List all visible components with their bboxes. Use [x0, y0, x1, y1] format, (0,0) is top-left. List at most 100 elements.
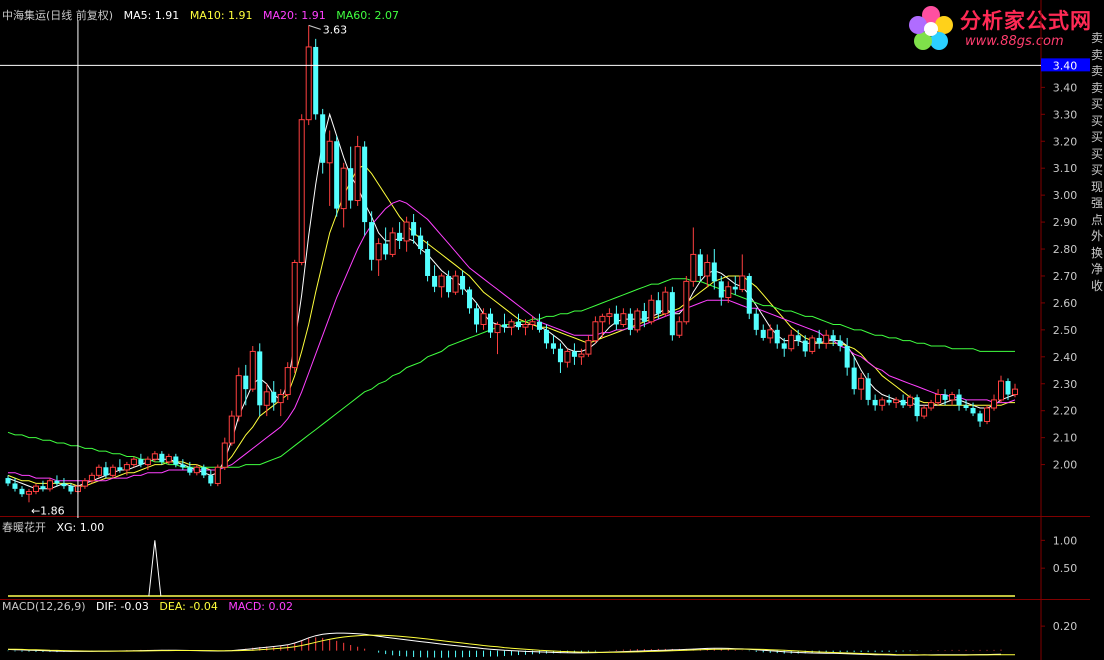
candle: [767, 324, 774, 344]
candle-body: [5, 478, 11, 484]
candle: [662, 286, 669, 317]
candle: [432, 265, 438, 293]
candle: [851, 356, 857, 395]
candle-body: [425, 249, 431, 276]
candle: [809, 335, 816, 355]
candle: [676, 316, 683, 338]
candle-body: [494, 323, 501, 334]
candle-body: [760, 329, 766, 338]
candle: [501, 313, 508, 333]
candle: [627, 308, 633, 336]
candle-body: [201, 467, 207, 476]
candle-body: [144, 458, 151, 466]
price-tick-label: 2.30: [1053, 378, 1078, 391]
candle-body: [907, 396, 914, 406]
candle-body: [249, 350, 256, 390]
candle-body: [81, 480, 88, 487]
vertical-label-char: 买: [1091, 146, 1104, 161]
candle-body: [879, 399, 886, 406]
candle-body: [193, 466, 200, 474]
macd-chart: 0.20: [7, 600, 1077, 660]
vertical-label-char: 强: [1091, 196, 1104, 210]
candle: [249, 346, 256, 392]
candle-body: [718, 281, 724, 298]
candle: [550, 335, 556, 355]
candle: [397, 222, 403, 250]
candle-body: [564, 350, 571, 363]
candle-body: [467, 289, 473, 309]
candle: [488, 308, 494, 338]
candle-body: [298, 119, 305, 263]
candle-body: [739, 275, 746, 290]
candle-body: [438, 275, 445, 288]
candle-body: [522, 323, 529, 328]
candle: [326, 130, 333, 206]
candle-body: [872, 399, 878, 406]
price-tick-label: 3.10: [1053, 162, 1078, 175]
candle-body: [103, 467, 109, 476]
candle-body: [781, 343, 787, 349]
candle-body: [508, 321, 515, 328]
candle-body: [620, 313, 627, 325]
candle: [837, 335, 843, 352]
candle-body: [970, 408, 976, 414]
candle-body: [32, 485, 39, 493]
candle-body: [123, 464, 130, 471]
candle-body: [383, 243, 389, 255]
candle-body: [130, 458, 137, 466]
candle: [305, 25, 312, 126]
price-tick-label: 2.70: [1053, 270, 1078, 283]
price-tick-label: 3.40: [1053, 81, 1078, 94]
crosshair-price-label: 3.40: [1053, 59, 1078, 72]
candle: [354, 135, 361, 206]
candle: [991, 394, 998, 411]
candle-body: [214, 466, 221, 484]
candle: [907, 394, 914, 408]
candle: [984, 405, 991, 425]
candle: [257, 343, 263, 417]
candle: [557, 343, 563, 373]
candle: [753, 308, 759, 336]
candle-body: [886, 399, 892, 403]
candle-body: [165, 456, 172, 463]
candle-body: [340, 167, 347, 210]
candle-body: [403, 221, 410, 242]
vertical-label-char: 卖: [1091, 64, 1104, 78]
candle-body: [928, 402, 935, 409]
candle-body: [956, 394, 962, 406]
candle: [291, 259, 298, 373]
candle-body: [963, 405, 969, 408]
candle-body: [697, 254, 703, 276]
candle-body: [362, 146, 368, 223]
indicator-tick-label: 1.00: [1053, 534, 1078, 547]
candle: [858, 372, 865, 400]
candle: [334, 135, 340, 217]
vertical-label-char: 外: [1091, 229, 1104, 243]
candle-body: [837, 340, 843, 347]
candle-body: [208, 475, 214, 484]
price-tick-label: 3.30: [1053, 108, 1078, 121]
candle-body: [942, 394, 948, 400]
candle-body: [865, 378, 871, 400]
candle-body: [12, 483, 18, 489]
candle-body: [725, 286, 732, 299]
candle: [655, 292, 661, 320]
indicator-tick-label: 0.50: [1053, 562, 1078, 575]
candle: [571, 343, 577, 365]
candle: [5, 475, 11, 487]
candle: [362, 141, 368, 236]
candle: [935, 389, 942, 406]
candle: [536, 313, 542, 333]
candle-body: [767, 329, 774, 339]
right-vertical-labels: 卖卖卖卖买买买买买现强点外换净收: [1091, 30, 1104, 294]
candle-body: [446, 275, 452, 293]
candle: [19, 486, 25, 497]
candle: [494, 321, 501, 355]
candle-body: [138, 459, 144, 465]
candle: [900, 394, 906, 408]
candle: [844, 337, 850, 376]
candle-body: [375, 243, 382, 261]
candle: [32, 483, 39, 495]
candle-body: [88, 474, 95, 482]
candle: [704, 254, 711, 287]
